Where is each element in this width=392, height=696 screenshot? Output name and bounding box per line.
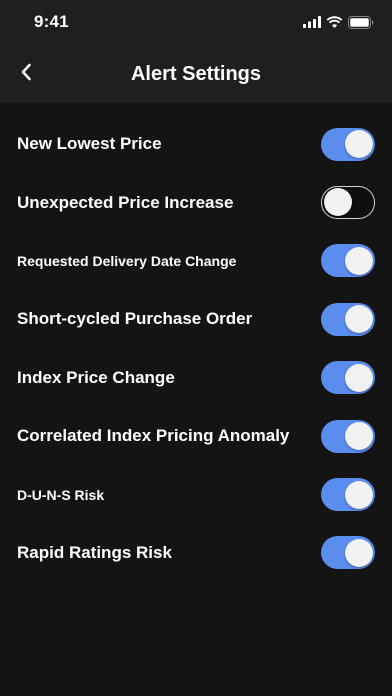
toggle-knob — [344, 363, 373, 392]
alert-row-new-lowest-price: New Lowest Price — [0, 115, 392, 173]
requested-delivery-date-change-toggle[interactable] — [321, 244, 375, 278]
alert-row-index-price-change: Index Price Change — [0, 349, 392, 407]
toggle-knob — [323, 188, 352, 217]
alert-label: Index Price Change — [17, 367, 175, 387]
cellular-signal-icon — [303, 16, 321, 28]
index-price-change-toggle[interactable] — [321, 361, 375, 395]
alert-label: Unexpected Price Increase — [17, 192, 234, 212]
status-time: 9:41 — [34, 12, 69, 31]
alert-row-short-cycled-purchase-order: Short-cycled Purchase Order — [0, 290, 392, 348]
toggle-knob — [344, 538, 373, 567]
toggle-knob — [344, 246, 373, 275]
alert-settings-list: New Lowest Price Unexpected Price Increa… — [0, 103, 392, 582]
duns-risk-toggle[interactable] — [321, 478, 375, 512]
toggle-knob — [344, 130, 373, 159]
top-bar: 9:41 Alert Settings — [0, 0, 392, 103]
alert-label: D-U-N-S Risk — [17, 486, 105, 503]
wifi-icon — [326, 16, 343, 28]
correlated-index-pricing-anomaly-toggle[interactable] — [321, 419, 375, 453]
alert-row-rapid-ratings-risk: Rapid Ratings Risk — [0, 524, 392, 582]
short-cycled-purchase-order-toggle[interactable] — [321, 302, 375, 336]
alert-row-correlated-index-pricing-anomaly: Correlated Index Pricing Anomaly — [0, 407, 392, 465]
alert-label: Requested Delivery Date Change — [17, 252, 237, 269]
alert-row-requested-delivery-date-change: Requested Delivery Date Change — [0, 232, 392, 290]
navigation-header: Alert Settings — [0, 44, 392, 103]
alert-settings-screen: 9:41 Alert Settings New Lowest Price Une… — [0, 0, 392, 696]
alert-row-duns-risk: D-U-N-S Risk — [0, 465, 392, 523]
alert-label: Short-cycled Purchase Order — [17, 309, 253, 329]
toggle-knob — [344, 422, 373, 451]
status-icons — [303, 15, 374, 29]
battery-icon — [348, 15, 374, 29]
page-title: Alert Settings — [130, 63, 262, 85]
alert-label: Correlated Index Pricing Anomaly — [17, 426, 290, 446]
alert-label: Rapid Ratings Risk — [17, 542, 172, 562]
toggle-knob — [344, 305, 373, 334]
toggle-knob — [344, 480, 373, 509]
unexpected-price-increase-toggle[interactable] — [321, 186, 375, 220]
status-bar: 9:41 — [0, 0, 392, 44]
alert-row-unexpected-price-increase: Unexpected Price Increase — [0, 173, 392, 231]
new-lowest-price-toggle[interactable] — [321, 127, 375, 161]
rapid-ratings-risk-toggle[interactable] — [321, 536, 375, 570]
alert-label: New Lowest Price — [17, 134, 162, 154]
